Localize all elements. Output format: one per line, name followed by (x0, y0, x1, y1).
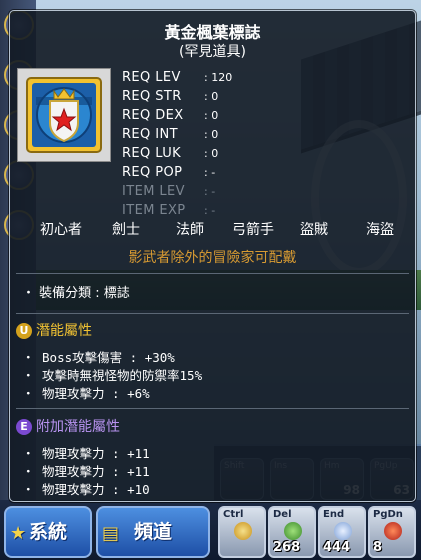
requirement-value: : - (204, 204, 216, 217)
potential-line: ・ 物理攻擊力 : +6% (22, 386, 150, 401)
potion-icon (334, 522, 352, 540)
requirement-list: REQ LEV : 120 REQ STR : 0 REQ DEX : 0 REQ I… (122, 68, 232, 220)
requirement-label: REQ INT (122, 127, 178, 142)
job-warrior: 劍士 (112, 222, 140, 238)
requirement-value: : 120 (204, 71, 233, 84)
hotkey-count: 8 (373, 540, 383, 555)
channel-menu-label: 頻道 (133, 521, 172, 543)
job-restriction-note: 影武者除外的冒險家可配戴 (128, 250, 297, 266)
emblem-icon (26, 77, 102, 153)
potential-line: ・ Boss攻擊傷害 : +30% (22, 350, 175, 365)
requirement-row: REQ POP : - (122, 163, 232, 182)
divider (16, 408, 409, 409)
requirement-row: ITEM LEV : - (122, 182, 232, 201)
job-list: 初心者 劍士 法師 弓箭手 盜賊 海盜 (32, 219, 412, 239)
channel-icon: ▤ (102, 523, 120, 544)
requirement-row: REQ STR : 0 (122, 87, 232, 106)
hotkey-label: PgDn (373, 509, 403, 520)
job-bowman: 弓箭手 (232, 222, 274, 238)
channel-menu-button[interactable]: ▤ 頻道 (96, 506, 210, 558)
requirement-row: REQ LUK : 0 (122, 144, 232, 163)
item-name: 黃金楓葉標誌 (164, 23, 261, 42)
divider (16, 273, 409, 274)
hotkey-count: 444 (323, 540, 351, 555)
hotkey-slot-del[interactable]: Del 268 (268, 506, 316, 558)
hotkey-label: Del (273, 509, 292, 520)
hotkey-slot-ctrl[interactable]: Ctrl (218, 506, 266, 558)
requirement-value: : 0 (204, 128, 219, 141)
potential-grade-icon: U (16, 323, 32, 339)
system-menu-button[interactable]: ★ 系統 (4, 506, 92, 558)
additional-potential-title: 附加潛能屬性 (36, 419, 120, 435)
requirement-label: ITEM LEV (122, 184, 185, 199)
item-icon-frame (17, 68, 111, 162)
buff-icon (234, 522, 252, 540)
requirement-row: REQ LEV : 120 (122, 68, 232, 87)
hotkey-label: End (323, 509, 345, 520)
potential-header: U 潛能屬性 (16, 321, 92, 341)
hotkey-slot-end[interactable]: End 444 (318, 506, 366, 558)
bottom-menu-bar: ★ 系統 ▤ 頻道 Ctrl Del 268 End 444 PgDn 8 (0, 500, 421, 560)
job-thief: 盜賊 (300, 222, 328, 238)
additional-potential-header: E 附加潛能屬性 (16, 417, 120, 437)
hotkey-slot-pgdn[interactable]: PgDn 8 (368, 506, 416, 558)
job-beginner: 初心者 (40, 222, 82, 238)
hotkey-label: Ctrl (223, 509, 244, 520)
requirement-row: ITEM EXP : - (122, 201, 232, 220)
requirement-value: : - (204, 166, 216, 179)
item-tooltip: 黃金楓葉標誌 (罕見道具) REQ LEV : 120 REQ STR : 0 RE… (9, 10, 416, 502)
job-magician: 法師 (176, 222, 204, 238)
potential-line: ・ 攻擊時無視怪物的防禦率15% (22, 368, 203, 383)
system-menu-label: 系統 (28, 521, 67, 543)
additional-potential-line: ・ 物理攻擊力 : +11 (22, 464, 150, 479)
requirement-row: REQ DEX : 0 (122, 106, 232, 125)
equip-category: ・ 裝備分類 : 標誌 (22, 286, 130, 301)
requirement-label: ITEM EXP (122, 203, 186, 218)
requirement-value: : 0 (204, 90, 219, 103)
requirement-label: REQ LEV (122, 70, 181, 85)
job-pirate: 海盜 (366, 222, 394, 238)
divider (16, 313, 409, 314)
additional-potential-line: ・ 物理攻擊力 : +10 (22, 482, 150, 497)
requirement-value: : - (204, 185, 216, 198)
requirement-label: REQ POP (122, 165, 183, 180)
requirement-label: REQ LUK (122, 146, 182, 161)
additional-potential-line: ・ 物理攻擊力 : +11 (22, 446, 150, 461)
additional-grade-icon: E (16, 419, 32, 435)
requirement-value: : 0 (204, 109, 219, 122)
potion-icon (284, 522, 302, 540)
potential-title: 潛能屬性 (36, 323, 92, 339)
star-icon: ★ (10, 523, 27, 544)
potion-icon (384, 522, 402, 540)
requirement-label: REQ STR (122, 89, 182, 104)
requirement-value: : 0 (204, 147, 219, 160)
requirement-row: REQ INT : 0 (122, 125, 232, 144)
requirement-label: REQ DEX (122, 108, 184, 123)
hotkey-count: 268 (273, 540, 301, 555)
item-rarity: (罕見道具) (179, 44, 246, 60)
